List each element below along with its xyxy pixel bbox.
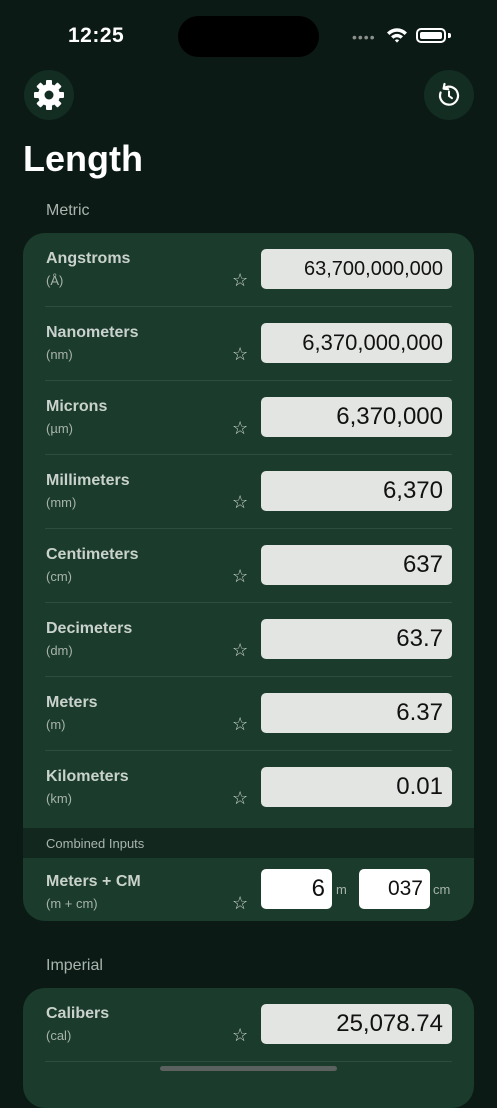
value-field-decimeters[interactable]: 63.7 [261,619,452,659]
gear-icon [34,80,64,110]
value-field-microns[interactable]: 6,370,000 [261,397,452,437]
unit-row-millimeters: Millimeters (mm) ☆ 6,370 [23,455,474,529]
home-indicator[interactable] [160,1066,337,1071]
unit-row-meters-cm: Meters + CM (m + cm) ☆ 6 m 037 cm [23,858,474,920]
reset-button[interactable] [424,70,474,120]
unit-row-angstroms: Angstroms (Å) ☆ 63,700,000,000 [23,233,474,307]
imperial-card: Calibers (cal) ☆ 25,078.74 [23,988,474,1108]
unit-row-meters: Meters (m) ☆ 6.37 [23,677,474,751]
value-field-meters[interactable]: 6.37 [261,693,452,733]
dynamic-island [178,16,319,57]
cm-input[interactable]: 037 [359,869,430,909]
unit-row-centimeters: Centimeters (cm) ☆ 637 [23,529,474,603]
battery-nub [448,33,451,38]
cellular-signal-icon: •••• [352,29,376,45]
unit-name: Nanometers [46,324,139,341]
unit-abbr: (nm) [46,347,73,362]
meters-unit-label: m [336,882,347,897]
unit-row-decimeters: Decimeters (dm) ☆ 63.7 [23,603,474,677]
star-outline-icon[interactable]: ☆ [232,345,248,363]
unit-name: Microns [46,398,108,415]
star-outline-icon[interactable]: ☆ [232,641,248,659]
unit-name: Meters + CM [46,873,141,890]
star-outline-icon[interactable]: ☆ [232,1026,248,1044]
metric-card: Angstroms (Å) ☆ 63,700,000,000 Nanometer… [23,233,474,921]
unit-abbr: (µm) [46,421,73,436]
unit-name: Meters [46,694,98,711]
combined-inputs-header: Combined Inputs [23,828,474,858]
star-outline-icon[interactable]: ☆ [232,894,248,912]
cm-unit-label: cm [433,882,451,897]
status-time: 12:25 [68,24,125,47]
reset-icon [438,82,460,106]
unit-name: Kilometers [46,768,129,785]
page-title: Length [23,138,143,179]
section-label-imperial: Imperial [46,957,103,974]
section-label-metric: Metric [46,202,90,219]
star-outline-icon[interactable]: ☆ [232,493,248,511]
unit-name: Calibers [46,1005,110,1022]
unit-name: Decimeters [46,620,133,637]
star-outline-icon[interactable]: ☆ [232,715,248,733]
unit-name: Centimeters [46,546,139,563]
star-outline-icon[interactable]: ☆ [232,789,248,807]
value-field-angstroms[interactable]: 63,700,000,000 [261,249,452,289]
unit-row-nanometers: Nanometers (nm) ☆ 6,370,000,000 [23,307,474,381]
unit-abbr: (mm) [46,495,77,510]
unit-name: Millimeters [46,472,130,489]
unit-abbr: (cal) [46,1028,72,1043]
wifi-icon [387,28,407,43]
unit-row-microns: Microns (µm) ☆ 6,370,000 [23,381,474,455]
unit-abbr: (cm) [46,569,72,584]
combined-inputs-label: Combined Inputs [46,836,145,851]
settings-button[interactable] [24,70,74,120]
unit-abbr: (m + cm) [46,896,98,911]
value-field-nanometers[interactable]: 6,370,000,000 [261,323,452,363]
unit-abbr: (km) [46,791,72,806]
status-bar: 12:25 •••• [0,0,497,70]
battery-icon [416,28,446,43]
star-outline-icon[interactable]: ☆ [232,419,248,437]
unit-row-kilometers: Kilometers (km) ☆ 0.01 [23,751,474,825]
meters-input[interactable]: 6 [261,869,332,909]
value-field-centimeters[interactable]: 637 [261,545,452,585]
unit-abbr: (dm) [46,643,73,658]
value-field-calibers[interactable]: 25,078.74 [261,1004,452,1044]
row-divider [45,1061,452,1062]
value-field-millimeters[interactable]: 6,370 [261,471,452,511]
star-outline-icon[interactable]: ☆ [232,271,248,289]
unit-name: Angstroms [46,250,131,267]
star-outline-icon[interactable]: ☆ [232,567,248,585]
unit-abbr: (Å) [46,273,64,288]
unit-row-calibers: Calibers (cal) ☆ 25,078.74 [23,988,474,1062]
value-field-kilometers[interactable]: 0.01 [261,767,452,807]
unit-abbr: (m) [46,717,66,732]
